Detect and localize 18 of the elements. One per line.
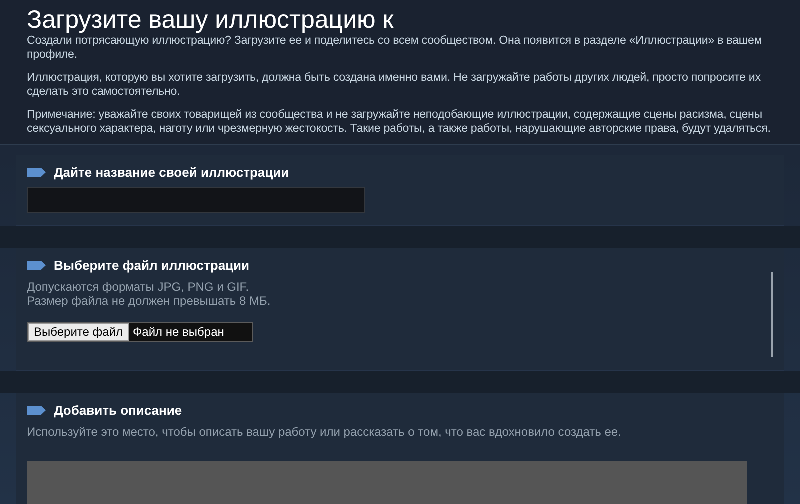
page-title: Загрузите вашу иллюстрацию к	[27, 6, 395, 34]
scrollbar[interactable]	[771, 272, 773, 357]
file-status: Файл не выбран	[129, 323, 252, 341]
section-marker-icon	[27, 261, 46, 270]
section-marker-icon	[27, 168, 46, 177]
hint-text: Размер файла не должен превышать 8 МБ.	[27, 294, 272, 308]
intro-paragraph: Создали потрясающую иллюстрацию? Загрузите ее и поделитесь со всем сообществом. Она появится в разделе «Иллюстрации» в вашем профиле.	[27, 34, 764, 62]
choose-file-button[interactable]: Выберите файл	[28, 323, 130, 341]
section-heading: Добавить описание	[54, 403, 182, 418]
file-input-field[interactable]: Выберите файл Файл не выбран	[27, 322, 254, 342]
section-heading: Выберите файл иллюстрации	[54, 258, 250, 273]
title-input-field[interactable]	[27, 187, 365, 213]
section-heading: Дайте название своей иллюстрации	[54, 165, 290, 180]
hint-text: Используйте это место, чтобы описать вашу работу или рассказать о том, что вас вдохновило создать ее.	[27, 425, 622, 439]
intro-paragraph: Иллюстрация, которую вы хотите загрузить, должна быть создана именно вами. Не загружайте работы других людей, просто попросите их сделать это самостоятельно.	[27, 71, 762, 99]
intro-paragraph: Примечание: уважайте своих товарищей из сообщества и не загружайте неподобающие иллюстрации, содержащие сцены расизма, сцены сексуального характера, наготу или чрезмерную жестокость. Такие работы, а также работы, нарушающие авторские права, будут удаляться.	[27, 108, 772, 136]
hint-text: Допускаются форматы JPG, PNG и GIF.	[27, 280, 250, 294]
section-marker-icon	[27, 406, 46, 415]
